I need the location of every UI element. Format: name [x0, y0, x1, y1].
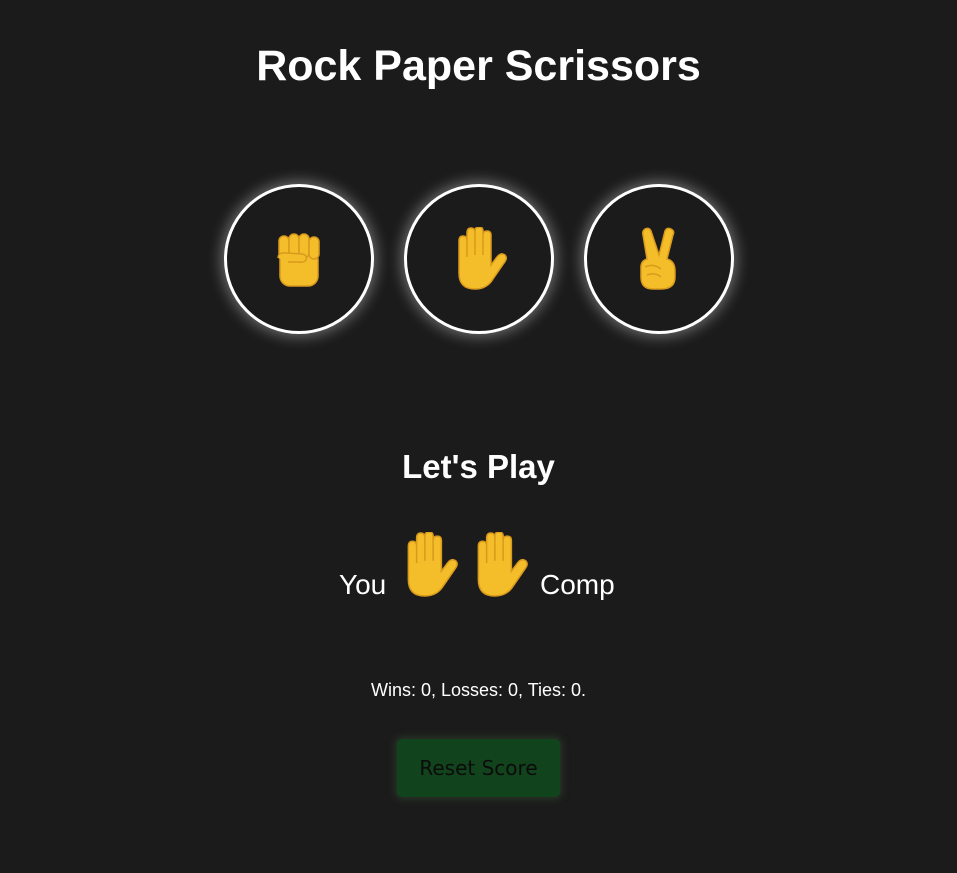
paper-button[interactable]: [404, 184, 554, 334]
victory-hand-icon: [640, 227, 676, 290]
score-text: Wins: 0, Losses: 0, Ties: 0.: [370, 680, 587, 700]
rock-button[interactable]: [224, 184, 374, 334]
player-label: You: [339, 569, 387, 600]
computer-move-raised-hand-icon: [477, 532, 528, 597]
raised-fist-icon: [277, 233, 320, 287]
choice-buttons: [224, 184, 734, 334]
scissors-button[interactable]: [584, 184, 734, 334]
computer-label: Comp: [540, 569, 615, 600]
page-title: Rock Paper Scrissors: [256, 42, 701, 90]
game-page: Rock Paper Scrissors Let's Play You Comp…: [0, 0, 957, 873]
reset-score-button[interactable]: Reset Score: [397, 739, 560, 797]
raised-hand-icon: [458, 227, 508, 290]
moves-display: You Comp: [0, 530, 957, 610]
result-heading: Let's Play: [402, 448, 555, 485]
player-move-raised-hand-icon: [407, 532, 458, 597]
